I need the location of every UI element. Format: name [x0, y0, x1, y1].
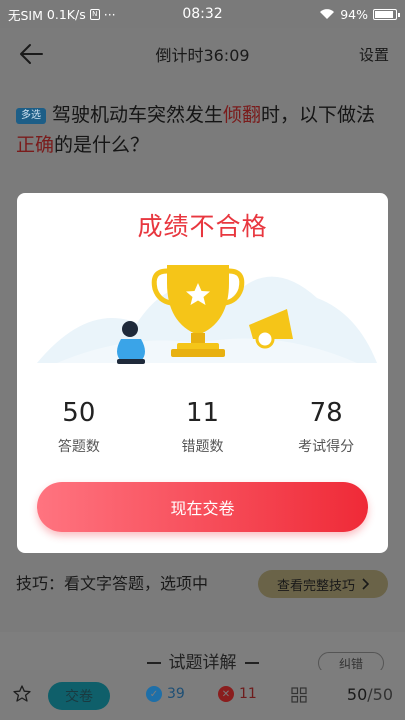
correct-count-value: 39 — [167, 686, 185, 702]
wifi-icon — [320, 9, 335, 19]
question-highlight: 正确 — [16, 134, 55, 156]
stat-answered: 50 答题数 — [17, 398, 141, 456]
cross-icon: ✕ — [218, 686, 234, 702]
question-progress[interactable]: 50/50 — [347, 685, 393, 704]
current-question: 50 — [346, 685, 368, 704]
total-questions: /50 — [367, 685, 393, 704]
carrier-label: 无SIM — [8, 7, 43, 23]
stat-value: 11 — [185, 398, 220, 428]
nfc-icon: N — [89, 8, 100, 20]
more-dots-icon: ··· — [103, 6, 116, 22]
wrong-count-value: 11 — [239, 686, 257, 702]
star-icon[interactable] — [12, 684, 32, 704]
question-highlight: 倾翻 — [223, 104, 262, 126]
bottom-bar: 交卷 ✓ 39 ✕ 11 50/50 — [0, 670, 405, 720]
submit-now-button[interactable]: 现在交卷 — [37, 482, 368, 532]
countdown-title: 倒计时36:09 — [155, 46, 250, 65]
stat-value: 78 — [309, 398, 343, 428]
stat-score: 78 考试得分 — [264, 398, 388, 456]
settings-button[interactable]: 设置 — [359, 44, 389, 65]
result-title: 成绩不合格 — [137, 212, 268, 241]
trophy-illustration — [37, 265, 377, 364]
multi-choice-tag: 多选 — [16, 108, 46, 124]
battery-percent: 94% — [340, 6, 368, 22]
stat-label: 错题数 — [181, 439, 224, 455]
stat-label: 答题数 — [57, 439, 100, 455]
stat-wrong: 11 错题数 — [141, 398, 265, 456]
result-dialog: 成绩不合格 50 答题数 11 错题数 78 考试得分 现在交卷 — [17, 193, 388, 553]
network-speed: 0.1K/s — [46, 6, 86, 22]
view-tips-label: 查看完整技巧 — [276, 578, 355, 594]
submit-exam-button[interactable]: 交卷 — [48, 682, 110, 710]
view-tips-button[interactable]: 查看完整技巧 — [258, 570, 388, 598]
tip-text: 技巧：看文字答题，选项中 — [16, 574, 209, 593]
result-stats: 50 答题数 11 错题数 78 考试得分 — [17, 398, 388, 456]
status-bar: 无SIM 0.1K/s N ··· 08:32 94% — [0, 0, 405, 28]
grid-icon[interactable] — [291, 687, 307, 703]
check-icon: ✓ — [146, 686, 162, 702]
question-part: 驾驶机动车突然发生 — [52, 104, 224, 126]
question-part: 时，以下做法 — [261, 104, 376, 126]
correct-count[interactable]: ✓ 39 — [146, 686, 185, 702]
wrong-count[interactable]: ✕ 11 — [218, 686, 257, 702]
question-text: 多选 驾驶机动车突然发生倾翻时，以下做法正确的是什么？ — [16, 100, 391, 160]
battery-icon — [373, 8, 400, 20]
top-nav-bar: 倒计时36:09 设置 — [0, 28, 405, 80]
chevron-right-icon — [362, 578, 369, 590]
question-part: 的是什么？ — [54, 134, 150, 156]
stat-label: 考试得分 — [298, 439, 355, 455]
stat-value: 50 — [62, 398, 96, 428]
